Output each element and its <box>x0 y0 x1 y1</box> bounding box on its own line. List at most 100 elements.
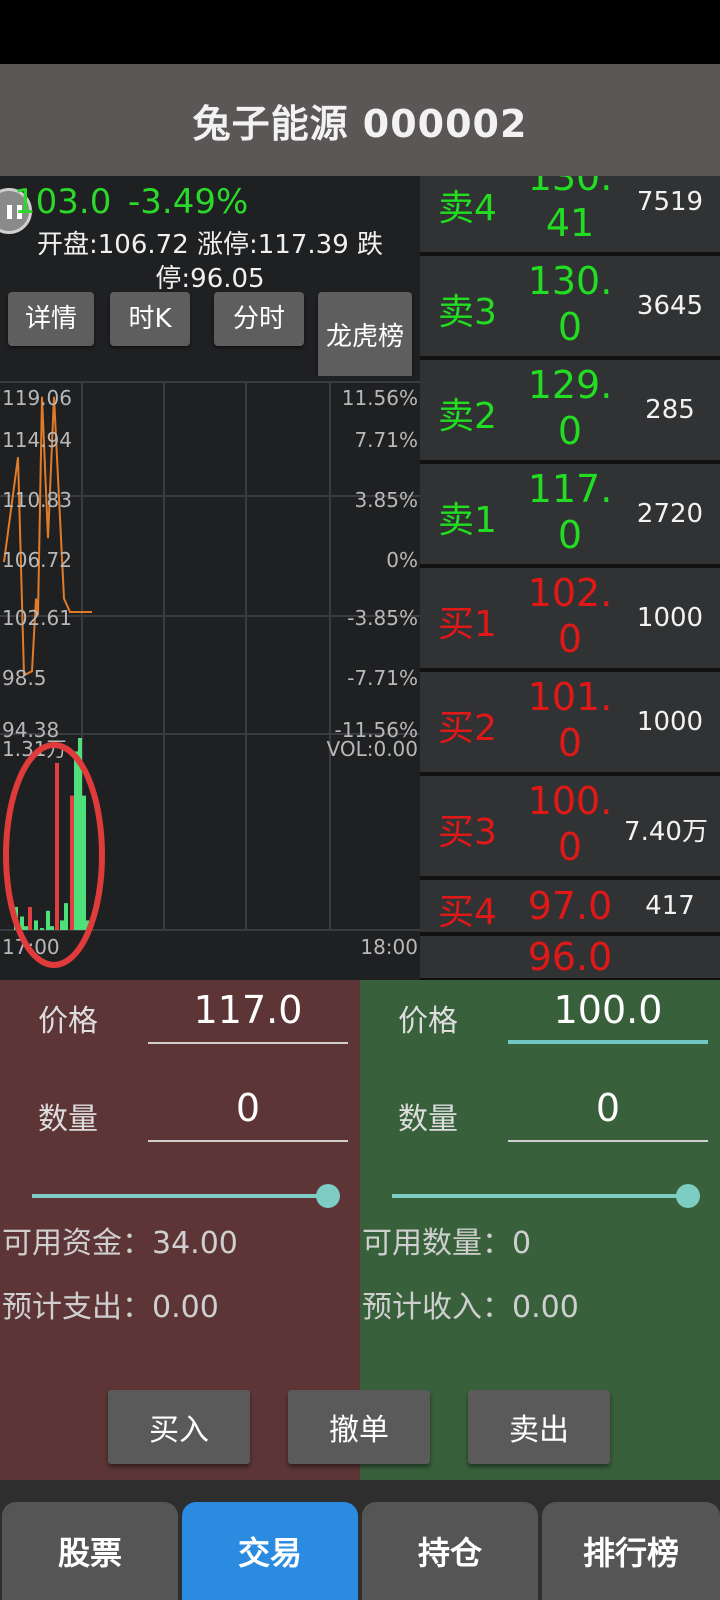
bottom-nav: 股票 交易 持仓 排行榜 <box>0 1480 720 1600</box>
tab-positions[interactable]: 持仓 <box>362 1502 538 1600</box>
dragon-tiger-button[interactable]: 龙虎榜 <box>318 292 412 382</box>
volume-bar <box>34 920 38 930</box>
orderbook-price: 102.0 <box>527 571 613 661</box>
orderbook-price: 130.41 <box>527 176 613 245</box>
orderbook-quantity: 2720 <box>636 499 704 529</box>
orderbook-quantity: 7.40万 <box>624 817 708 847</box>
orderbook-row[interactable]: 卖3 130.0 3645 <box>420 256 720 358</box>
orderbook-row[interactable]: 买1 102.0 1000 <box>420 568 720 670</box>
orderbook-row[interactable]: 买4 97.0 417 <box>420 880 720 934</box>
time-k-button[interactable]: 时K <box>110 292 190 346</box>
orderbook-price: 97.0 <box>527 884 613 928</box>
price-axis-label: 98.5 <box>2 666 47 690</box>
percent-axis-label: 0% <box>386 548 418 572</box>
orderbook-label: 卖3 <box>438 292 497 333</box>
sell-qty-underline <box>508 1140 708 1142</box>
volume-bar <box>40 928 44 930</box>
buy-button[interactable]: 买入 <box>108 1390 250 1464</box>
cancel-order-button[interactable]: 撤单 <box>288 1390 430 1464</box>
tab-rankings[interactable]: 排行榜 <box>542 1502 720 1600</box>
buy-price-label: 价格 <box>38 1004 98 1039</box>
title-bar: 兔子能源 000002 <box>0 64 720 176</box>
price-axis-label: 106.72 <box>2 548 72 572</box>
volume-bar <box>70 795 74 930</box>
percent-axis-label: 7.71% <box>354 428 418 452</box>
sell-qty-input[interactable]: 0 <box>508 1086 708 1130</box>
volume-bar <box>64 903 68 930</box>
buy-price-input[interactable]: 117.0 <box>148 988 348 1032</box>
orderbook-row[interactable]: 卖2 129.0 285 <box>420 360 720 462</box>
status-bar <box>0 0 720 64</box>
quote-info: 开盘:106.72 涨停:117.39 跌停:96.05 <box>37 230 383 294</box>
percent-axis-label: 3.85% <box>354 488 418 512</box>
available-funds: 可用资金：34.00 <box>2 1226 238 1261</box>
orderbook-label: 买2 <box>438 708 497 749</box>
sell-price-underline <box>508 1040 708 1044</box>
order-book: 卖4 130.41 7519 卖3 130.0 3645 卖2 129.0 285 卖1 117.0… <box>420 176 720 980</box>
change-percent: -3.49% <box>128 182 249 222</box>
orderbook-row[interactable]: 卖1 117.0 2720 <box>420 464 720 566</box>
orderbook-row[interactable]: 卖4 130.41 7519 <box>420 176 720 254</box>
orderbook-price: 130.0 <box>527 259 613 349</box>
orderbook-row[interactable]: 买3 100.0 7.40万 <box>420 776 720 878</box>
buy-slider-thumb[interactable] <box>316 1184 340 1208</box>
orderbook-row[interactable]: 96.0 <box>420 935 720 980</box>
buy-qty-underline <box>148 1140 348 1142</box>
details-button[interactable]: 详情 <box>8 292 94 346</box>
volume-bar <box>60 920 64 930</box>
volume-bar <box>50 926 54 930</box>
page-title: 兔子能源 000002 <box>192 101 528 146</box>
intraday-button[interactable]: 分时 <box>214 292 304 346</box>
price-axis-label: 110.83 <box>2 488 72 512</box>
orderbook-price: 101.0 <box>527 675 613 765</box>
current-price: 103.0 <box>14 182 112 222</box>
orderbook-price: 129.0 <box>527 363 613 453</box>
chart-panel: 103.0 -3.49% 开盘:106.72 涨停:117.39 跌停:96.0… <box>0 176 420 980</box>
buy-qty-label: 数量 <box>38 1102 98 1137</box>
volume-bar <box>46 910 50 930</box>
tab-stocks[interactable]: 股票 <box>2 1502 178 1600</box>
sell-button[interactable]: 卖出 <box>468 1390 610 1464</box>
available-quantity: 可用数量：0 <box>362 1226 532 1261</box>
volume-bar <box>74 751 78 930</box>
orderbook-label: 卖1 <box>438 500 497 541</box>
buy-qty-slider[interactable] <box>32 1194 328 1198</box>
orderbook-quantity: 3645 <box>636 291 704 321</box>
orderbook-quantity: 285 <box>645 395 695 425</box>
price-axis-label: 102.61 <box>2 606 72 630</box>
percent-axis-label: -7.71% <box>347 666 418 690</box>
volume-current-label: VOL:0.00 <box>327 737 418 761</box>
volume-bar <box>28 906 32 930</box>
sell-qty-label: 数量 <box>398 1102 458 1137</box>
estimated-cost: 预计支出：0.00 <box>2 1290 219 1325</box>
orderbook-quantity: 1000 <box>636 603 704 633</box>
orderbook-label: 买3 <box>438 812 497 853</box>
orderbook-price: 100.0 <box>527 779 613 869</box>
sell-price-input[interactable]: 100.0 <box>508 988 708 1032</box>
percent-axis-label: 11.56% <box>342 386 418 410</box>
orderbook-quantity: 7519 <box>636 187 704 217</box>
estimated-income: 预计收入：0.00 <box>362 1290 579 1325</box>
sell-slider-thumb[interactable] <box>676 1184 700 1208</box>
orderbook-quantity: 1000 <box>636 707 704 737</box>
orderbook-label: 卖4 <box>438 188 497 229</box>
orderbook-price: 117.0 <box>527 467 613 557</box>
price-axis-label: 119.06 <box>2 386 72 410</box>
sell-qty-slider[interactable] <box>392 1194 688 1198</box>
volume-bar <box>55 762 59 930</box>
buy-qty-input[interactable]: 0 <box>148 1086 348 1130</box>
buy-price-underline <box>148 1042 348 1044</box>
volume-bar <box>82 795 86 930</box>
orderbook-label: 买4 <box>438 892 497 933</box>
orderbook-label: 卖2 <box>438 396 497 437</box>
volume-bar <box>24 926 28 930</box>
x-tick-label: 18:00 <box>360 935 418 959</box>
price-axis-label: 114.94 <box>2 428 72 452</box>
orderbook-price: 96.0 <box>527 935 613 979</box>
price-chart[interactable]: 119.06114.94110.83106.72102.6198.594.381… <box>0 376 420 980</box>
percent-axis-label: -3.85% <box>347 606 418 630</box>
orderbook-quantity: 417 <box>645 891 695 921</box>
sell-price-label: 价格 <box>398 1004 458 1039</box>
tab-trade[interactable]: 交易 <box>182 1502 358 1600</box>
orderbook-row[interactable]: 买2 101.0 1000 <box>420 672 720 774</box>
